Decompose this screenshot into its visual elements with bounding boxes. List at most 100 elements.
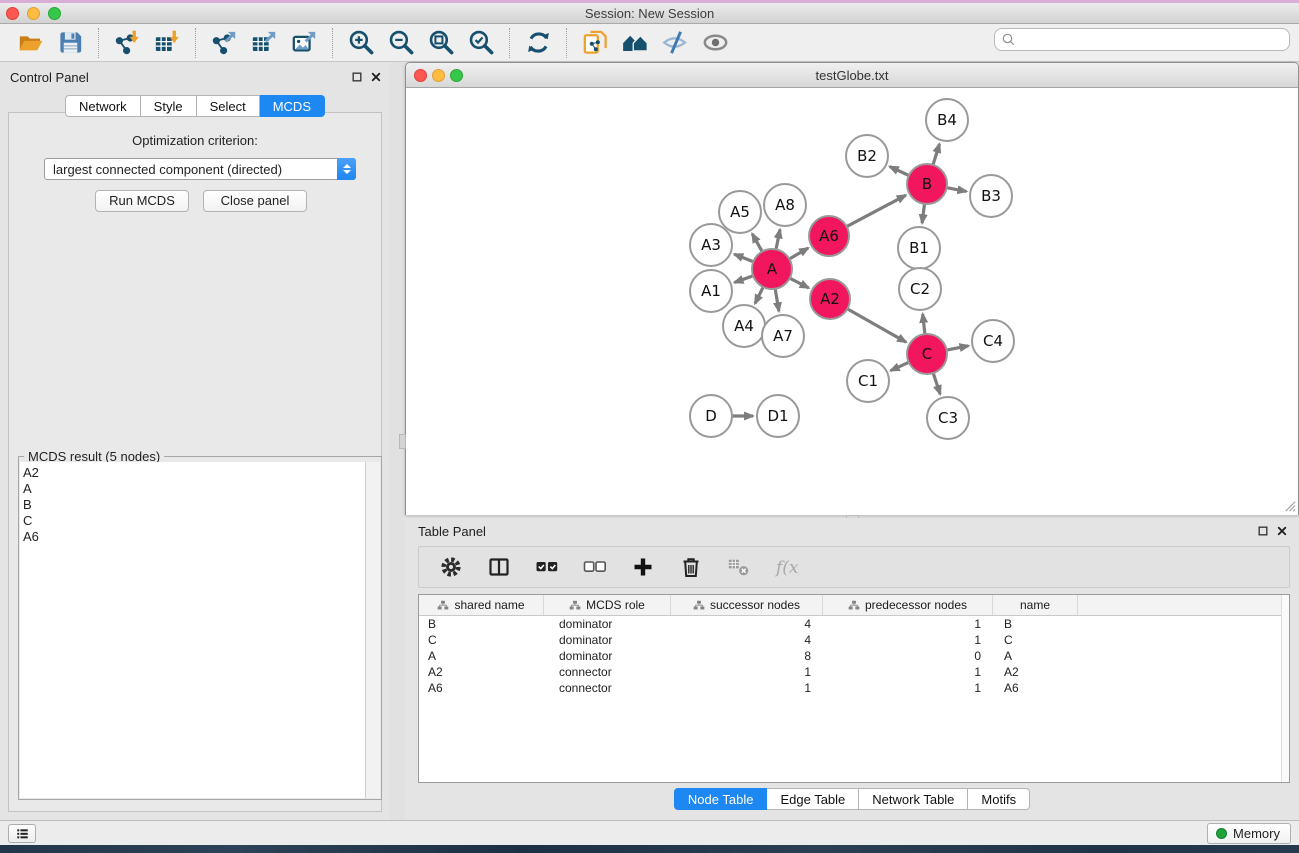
export-image-button[interactable] <box>288 27 320 59</box>
mcds-result-item[interactable]: B <box>23 497 365 513</box>
graph-node-A1[interactable]: A1 <box>690 270 732 312</box>
graph-edge-C-C1[interactable] <box>891 362 909 370</box>
graph-edge-A-A3[interactable] <box>734 254 753 262</box>
table-cell[interactable]: 1 <box>671 680 823 696</box>
horizontal-splitter-handle[interactable] <box>399 434 406 449</box>
graph-edge-A-A4[interactable] <box>755 287 763 304</box>
float-panel-icon[interactable] <box>351 71 363 83</box>
close-table-panel-icon[interactable] <box>1276 525 1288 537</box>
table-tab-motifs[interactable]: Motifs <box>968 788 1030 810</box>
graph-node-C4[interactable]: C4 <box>972 320 1014 362</box>
column-header-predecessor-nodes[interactable]: predecessor nodes <box>823 595 993 615</box>
graph-node-C3[interactable]: C3 <box>927 397 969 439</box>
tab-mcds[interactable]: MCDS <box>260 95 325 117</box>
table-row[interactable]: A6connector11A6 <box>419 680 1289 696</box>
column-header-MCDS-role[interactable]: MCDS role <box>544 595 671 615</box>
float-table-panel-icon[interactable] <box>1257 525 1269 537</box>
refresh-button[interactable] <box>522 27 554 59</box>
table-tab-edge-table[interactable]: Edge Table <box>767 788 859 810</box>
graph-node-A3[interactable]: A3 <box>690 224 732 266</box>
column-header-successor-nodes[interactable]: successor nodes <box>671 595 823 615</box>
table-cell[interactable]: connector <box>544 680 671 696</box>
save-button[interactable] <box>54 27 86 59</box>
zoom-selected-button[interactable] <box>465 27 497 59</box>
graph-edge-A-A8[interactable] <box>776 230 780 250</box>
export-network-button[interactable] <box>208 27 240 59</box>
graph-node-A2[interactable]: A2 <box>810 279 850 319</box>
graph-edge-A6-B[interactable] <box>847 195 906 226</box>
table-cell[interactable]: 1 <box>823 616 993 632</box>
table-cell[interactable]: dominator <box>544 648 671 664</box>
export-table-button[interactable] <box>248 27 280 59</box>
table-cell[interactable]: 0 <box>823 648 993 664</box>
graph-edge-A-A6[interactable] <box>789 248 808 259</box>
graph-node-D1[interactable]: D1 <box>757 395 799 437</box>
graph-edge-C-C3[interactable] <box>933 373 940 394</box>
graph-node-B1[interactable]: B1 <box>898 227 940 269</box>
tab-style[interactable]: Style <box>141 95 197 117</box>
split-columns-button[interactable] <box>483 551 515 583</box>
close-panel-icon[interactable] <box>370 71 382 83</box>
zoom-in-button[interactable] <box>345 27 377 59</box>
table-cell[interactable]: B <box>993 616 1078 632</box>
fx-button[interactable]: f(x) <box>771 551 803 583</box>
memory-button[interactable]: Memory <box>1207 823 1291 844</box>
table-cell[interactable]: 4 <box>671 616 823 632</box>
table-cell[interactable]: 1 <box>823 664 993 680</box>
table-cell[interactable]: 4 <box>671 632 823 648</box>
table-cell[interactable]: B <box>419 616 544 632</box>
table-cell[interactable]: connector <box>544 664 671 680</box>
graph-node-A7[interactable]: A7 <box>762 315 804 357</box>
add-button[interactable] <box>627 551 659 583</box>
graph-edge-A-A1[interactable] <box>735 276 754 283</box>
import-network-button[interactable] <box>111 27 143 59</box>
table-cell[interactable]: A2 <box>993 664 1078 680</box>
table-cell[interactable]: dominator <box>544 616 671 632</box>
graph-edge-C-C4[interactable] <box>947 346 969 350</box>
table-cell[interactable]: A2 <box>419 664 544 680</box>
table-cell[interactable]: A <box>993 648 1078 664</box>
table-cell[interactable]: A <box>419 648 544 664</box>
import-table-button[interactable] <box>151 27 183 59</box>
clone-network-button[interactable] <box>579 27 611 59</box>
table-cell[interactable]: C <box>993 632 1078 648</box>
table-row[interactable]: A2connector11A2 <box>419 664 1289 680</box>
graph-edge-A-A2[interactable] <box>790 278 809 288</box>
table-cell[interactable]: 8 <box>671 648 823 664</box>
open-folder-button[interactable] <box>14 27 46 59</box>
network-window-titlebar[interactable]: testGlobe.txt <box>406 63 1298 88</box>
table-cell[interactable]: 1 <box>823 632 993 648</box>
resize-grip-icon[interactable] <box>1283 499 1296 512</box>
table-row[interactable]: Adominator80A <box>419 648 1289 664</box>
column-header-shared-name[interactable]: shared name <box>419 595 544 615</box>
table-cell[interactable]: C <box>419 632 544 648</box>
home-button[interactable] <box>619 27 651 59</box>
graph-node-B[interactable]: B <box>907 164 947 204</box>
graph-node-B4[interactable]: B4 <box>926 99 968 141</box>
zoom-fit-button[interactable] <box>425 27 457 59</box>
zoom-out-button[interactable] <box>385 27 417 59</box>
trash-button[interactable] <box>675 551 707 583</box>
graph-node-A[interactable]: A <box>752 249 792 289</box>
graph-node-B2[interactable]: B2 <box>846 135 888 177</box>
graph-edge-A-A5[interactable] <box>752 234 762 252</box>
select-unchecked-button[interactable] <box>579 551 611 583</box>
close-panel-button[interactable]: Close panel <box>203 190 307 212</box>
table-cell[interactable]: 1 <box>823 680 993 696</box>
graph-edge-C-C2[interactable] <box>923 314 925 334</box>
result-scrollbar[interactable] <box>366 462 380 798</box>
table-cell[interactable]: dominator <box>544 632 671 648</box>
select-checked-button[interactable] <box>531 551 563 583</box>
graph-node-D[interactable]: D <box>690 395 732 437</box>
gear-button[interactable] <box>435 551 467 583</box>
mcds-result-item[interactable]: A2 <box>23 465 365 481</box>
run-mcds-button[interactable]: Run MCDS <box>95 190 189 212</box>
graph-node-A8[interactable]: A8 <box>764 184 806 226</box>
mcds-result-item[interactable]: A6 <box>23 529 365 545</box>
table-row[interactable]: Bdominator41B <box>419 616 1289 632</box>
table-tab-network-table[interactable]: Network Table <box>859 788 968 810</box>
eye-button[interactable] <box>699 27 731 59</box>
graph-edge-A2-C[interactable] <box>847 309 906 342</box>
graph-edge-B-B3[interactable] <box>947 188 967 192</box>
graph-edge-B-B4[interactable] <box>933 144 940 165</box>
